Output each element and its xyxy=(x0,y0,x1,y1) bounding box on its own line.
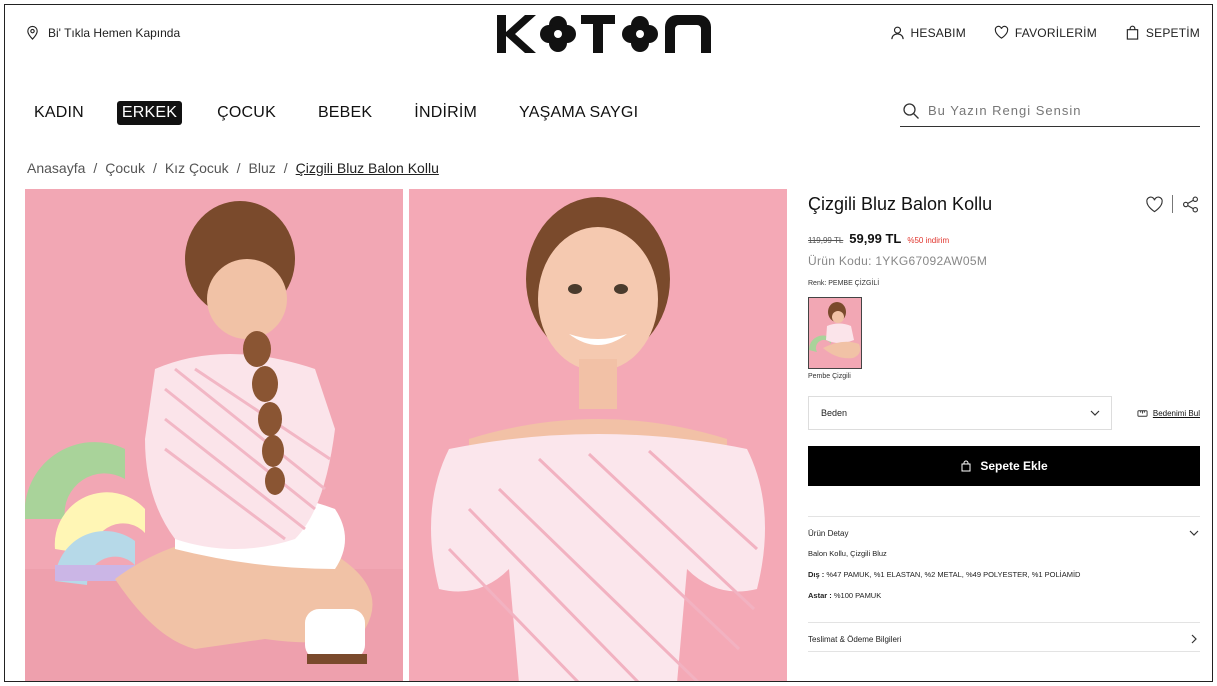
size-guide-label: Bedenimi Bul xyxy=(1152,408,1200,418)
shipping-title: Teslimat & Ödeme Bilgileri xyxy=(808,634,902,644)
user-icon xyxy=(890,26,904,40)
size-select-label: Beden xyxy=(821,408,848,418)
page-frame: Bi' Tıkla Hemen Kapında HESABIM FAVORİLE… xyxy=(4,4,1213,682)
favorites-link[interactable]: FAVORİLERİM xyxy=(994,25,1097,40)
shipping-header[interactable]: Teslimat & Ödeme Bilgileri xyxy=(808,623,1200,651)
discount-badge: %50 indirim xyxy=(907,236,950,245)
ruler-icon xyxy=(1137,409,1148,417)
swatch-name: Pembe Çizgili xyxy=(808,373,851,380)
top-bar: Bi' Tıkla Hemen Kapında HESABIM FAVORİLE… xyxy=(5,5,1212,67)
price-row: 119,99 TL 59,99 TL %50 indirim xyxy=(808,231,1200,246)
breadcrumb-bluz[interactable]: Bluz xyxy=(249,160,276,176)
product-image-1[interactable] xyxy=(25,189,403,681)
lining-label: Astar : xyxy=(808,591,832,600)
product-detail-content: Balon Kollu, Çizgili Bluz Dış : %47 PAMU… xyxy=(808,549,1200,600)
nav-item-indirim[interactable]: İNDİRİM xyxy=(409,101,482,125)
divider xyxy=(808,651,1200,652)
delivery-text: Bi' Tıkla Hemen Kapında xyxy=(48,25,181,40)
color-label: Renk: PEMBE ÇİZGİLİ xyxy=(808,280,880,287)
outer-value: %47 PAMUK, %1 ELASTAN, %2 METAL, %49 POL… xyxy=(824,570,1081,579)
current-price: 59,99 TL xyxy=(849,231,902,246)
outer-label: Dış : xyxy=(808,570,825,579)
detail-outer-fabric: Dış : %47 PAMUK, %1 ELASTAN, %2 METAL, %… xyxy=(808,570,1200,579)
shipping-section: Teslimat & Ödeme Bilgileri xyxy=(808,622,1200,652)
lining-value: %100 PAMUK xyxy=(831,591,882,600)
product-detail-section: Ürün Detay Balon Kollu, Çizgili Bluz Dış… xyxy=(808,516,1200,600)
product-photo-seated xyxy=(25,189,403,681)
nav-item-cocuk[interactable]: ÇOCUK xyxy=(212,101,281,125)
detail-description: Balon Kollu, Çizgili Bluz xyxy=(808,549,887,558)
breadcrumb-separator: / xyxy=(236,160,241,176)
add-to-cart-label: Sepete Ekle xyxy=(980,459,1048,473)
bag-icon xyxy=(961,460,971,472)
product-title: Çizgili Bluz Balon Kollu xyxy=(808,193,993,214)
search-input[interactable]: Bu Yazın Rengi Sensin xyxy=(900,95,1200,127)
title-row: Çizgili Bluz Balon Kollu xyxy=(808,189,1200,219)
koton-logo[interactable] xyxy=(495,13,727,55)
nav-item-erkek[interactable]: ERKEK xyxy=(116,101,183,125)
divider xyxy=(1172,195,1173,213)
breadcrumb-separator: / xyxy=(152,160,157,176)
product-photo-portrait xyxy=(409,189,787,681)
account-label: HESABIM xyxy=(910,25,966,40)
size-select[interactable]: Beden xyxy=(808,396,1112,430)
product-detail-header[interactable]: Ürün Detay xyxy=(808,517,1200,545)
nav-item-kadin[interactable]: KADIN xyxy=(29,101,89,125)
search-placeholder: Bu Yazın Rengi Sensin xyxy=(928,103,1082,118)
breadcrumb-kiz-cocuk[interactable]: Kız Çocuk xyxy=(165,160,229,176)
main-nav: KADIN ERKEK ÇOCUK BEBEK İNDİRİM YAŞAMA S… xyxy=(29,101,675,125)
size-row: Beden Bedenimi Bul xyxy=(808,396,1200,430)
heart-icon xyxy=(994,25,1009,39)
search-icon xyxy=(903,102,919,119)
product-detail-title: Ürün Detay xyxy=(808,528,849,538)
breadcrumb-separator: / xyxy=(93,160,98,176)
account-links: HESABIM FAVORİLERİM SEPETİM xyxy=(890,25,1201,40)
nav-item-yasama-saygi[interactable]: YAŞAMA SAYGI xyxy=(514,101,643,125)
cart-link[interactable]: SEPETİM xyxy=(1125,25,1200,40)
product-panel: Çizgili Bluz Balon Kollu 119,99 TL 59,99… xyxy=(808,189,1200,652)
breadcrumb-home[interactable]: Anasayfa xyxy=(27,160,85,176)
add-to-cart-button[interactable]: Sepete Ekle xyxy=(808,446,1200,486)
chevron-right-icon xyxy=(1191,634,1197,644)
title-actions xyxy=(1145,195,1200,214)
account-link[interactable]: HESABIM xyxy=(890,25,966,40)
detail-lining: Astar : %100 PAMUK xyxy=(808,591,1200,600)
chevron-down-icon xyxy=(1090,410,1100,416)
nav-item-bebek[interactable]: BEBEK xyxy=(313,101,377,125)
swatch-thumbnail xyxy=(809,298,861,368)
breadcrumb-current[interactable]: Çizgili Bluz Balon Kollu xyxy=(296,160,439,176)
breadcrumb-cocuk[interactable]: Çocuk xyxy=(105,160,145,176)
heart-icon[interactable] xyxy=(1145,195,1164,214)
bag-icon xyxy=(1126,25,1139,40)
color-swatch[interactable] xyxy=(808,297,862,369)
share-icon[interactable] xyxy=(1181,195,1200,214)
old-price: 119,99 TL xyxy=(808,236,844,245)
size-guide-link[interactable]: Bedenimi Bul xyxy=(1137,408,1200,419)
cart-label: SEPETİM xyxy=(1145,25,1200,40)
product-image-2[interactable] xyxy=(409,189,787,681)
breadcrumb: Anasayfa / Çocuk / Kız Çocuk / Bluz / Çi… xyxy=(27,160,439,176)
location-pin-icon xyxy=(27,25,38,40)
favorites-label: FAVORİLERİM xyxy=(1014,25,1097,40)
delivery-link[interactable]: Bi' Tıkla Hemen Kapında xyxy=(25,25,180,40)
chevron-down-icon xyxy=(1189,530,1199,536)
product-code: Ürün Kodu: 1YKG67092AW05M xyxy=(808,254,988,268)
breadcrumb-separator: / xyxy=(283,160,288,176)
